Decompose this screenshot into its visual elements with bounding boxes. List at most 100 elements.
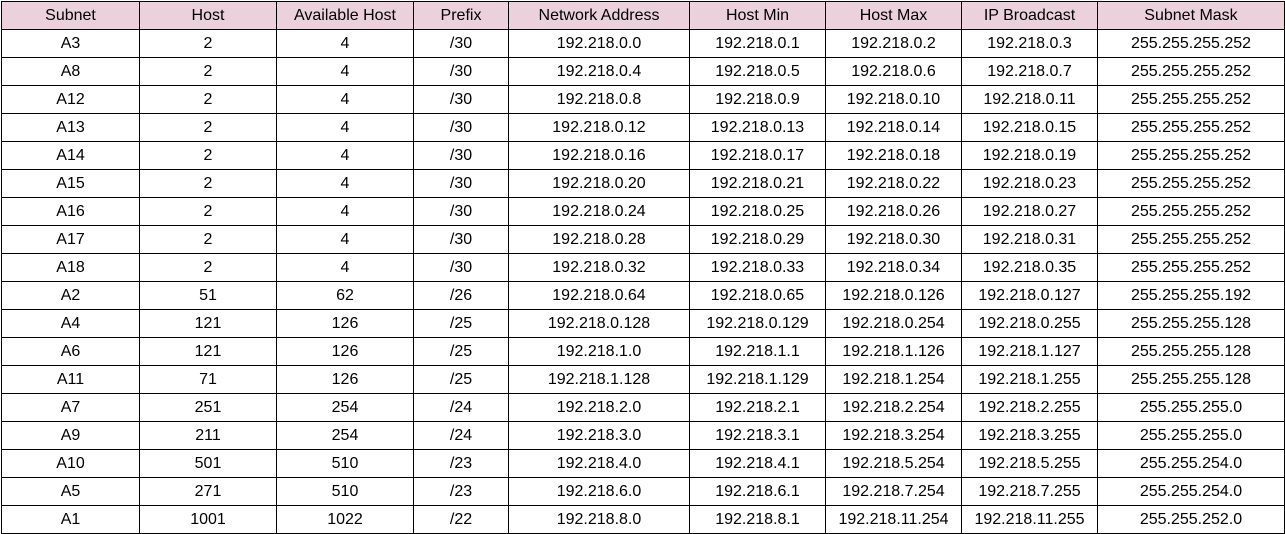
cell-subnet-mask: 255.255.255.252: [1097, 141, 1285, 170]
cell-subnet: A17: [1, 225, 140, 254]
cell-prefix: /24: [413, 393, 509, 422]
cell-host-min: 192.218.6.1: [689, 477, 826, 506]
cell-host: 2: [139, 29, 277, 58]
cell-host-max: 192.218.0.18: [825, 141, 962, 170]
cell-prefix: /30: [413, 113, 509, 142]
table-row: A17 2 4/30 192.218.0.28 192.218.0.29 192.218.…: [1, 225, 1285, 254]
cell-subnet-mask: 255.255.254.0: [1097, 449, 1285, 478]
cell-host-max: 192.218.0.254: [825, 309, 962, 338]
cell-host-min: 192.218.0.33: [689, 253, 826, 282]
cell-host-max: 192.218.3.254: [825, 421, 962, 450]
table-row: A3 2 4/30 192.218.0.0 192.218.0.1 192.218.0.2…: [1, 29, 1285, 58]
header-row: Subnet Host Available Host Prefix Networ…: [1, 1, 1285, 30]
cell-network-address: 192.218.4.0: [508, 449, 690, 478]
cell-host-max: 192.218.0.34: [825, 253, 962, 282]
cell-available-host: 4: [276, 253, 414, 282]
table-body: A3 2 4/30 192.218.0.0 192.218.0.1 192.218.0.2…: [1, 29, 1285, 534]
cell-subnet: A6: [1, 337, 140, 366]
cell-prefix: /30: [413, 29, 509, 58]
subnet-table-container: Subnet Host Available Host Prefix Networ…: [1, 1, 1285, 534]
cell-network-address: 192.218.0.0: [508, 29, 690, 58]
cell-subnet: A3: [1, 29, 140, 58]
cell-subnet: A7: [1, 393, 140, 422]
cell-prefix: /23: [413, 477, 509, 506]
cell-network-address: 192.218.0.64: [508, 281, 690, 310]
cell-host-min: 192.218.0.1: [689, 29, 826, 58]
cell-available-host: 126: [276, 365, 414, 394]
cell-available-host: 1022: [276, 505, 414, 534]
cell-subnet: A12: [1, 85, 140, 114]
header-host: Host: [139, 1, 277, 30]
table-row: A11 71 126/25 192.218.1.128 192.218.1.129 192…: [1, 365, 1285, 394]
cell-available-host: 4: [276, 197, 414, 226]
header-network-address: Network Address: [508, 1, 690, 30]
table-row: A15 2 4/30 192.218.0.20 192.218.0.21 192.218.…: [1, 169, 1285, 198]
cell-host-min: 192.218.4.1: [689, 449, 826, 478]
cell-prefix: /26: [413, 281, 509, 310]
cell-host: 1001: [139, 505, 277, 534]
cell-available-host: 254: [276, 421, 414, 450]
cell-subnet: A1: [1, 505, 140, 534]
cell-host-max: 192.218.1.254: [825, 365, 962, 394]
cell-subnet-mask: 255.255.255.128: [1097, 365, 1285, 394]
cell-available-host: 510: [276, 449, 414, 478]
cell-ip-broadcast: 192.218.0.15: [961, 113, 1098, 142]
cell-available-host: 126: [276, 309, 414, 338]
cell-subnet: A15: [1, 169, 140, 198]
cell-ip-broadcast: 192.218.3.255: [961, 421, 1098, 450]
cell-network-address: 192.218.3.0: [508, 421, 690, 450]
cell-ip-broadcast: 192.218.2.255: [961, 393, 1098, 422]
cell-subnet: A11: [1, 365, 140, 394]
cell-host-min: 192.218.0.13: [689, 113, 826, 142]
cell-ip-broadcast: 192.218.7.255: [961, 477, 1098, 506]
cell-subnet: A18: [1, 253, 140, 282]
cell-subnet-mask: 255.255.255.128: [1097, 309, 1285, 338]
cell-subnet-mask: 255.255.255.252: [1097, 85, 1285, 114]
cell-host-max: 192.218.0.26: [825, 197, 962, 226]
cell-host: 2: [139, 197, 277, 226]
cell-host-min: 192.218.8.1: [689, 505, 826, 534]
cell-prefix: /25: [413, 309, 509, 338]
cell-host: 2: [139, 253, 277, 282]
cell-host: 271: [139, 477, 277, 506]
cell-subnet: A13: [1, 113, 140, 142]
cell-ip-broadcast: 192.218.0.127: [961, 281, 1098, 310]
cell-host: 2: [139, 57, 277, 86]
cell-host-max: 192.218.0.2: [825, 29, 962, 58]
cell-available-host: 4: [276, 225, 414, 254]
header-subnet-mask: Subnet Mask: [1097, 1, 1285, 30]
cell-network-address: 192.218.0.24: [508, 197, 690, 226]
cell-available-host: 4: [276, 29, 414, 58]
header-available-host: Available Host: [276, 1, 414, 30]
table-row: A4 121 126/25 192.218.0.128 192.218.0.129 192…: [1, 309, 1285, 338]
table-row: A8 2 4/30 192.218.0.4 192.218.0.5 192.218.0.6…: [1, 57, 1285, 86]
cell-network-address: 192.218.0.4: [508, 57, 690, 86]
cell-network-address: 192.218.0.128: [508, 309, 690, 338]
cell-ip-broadcast: 192.218.1.255: [961, 365, 1098, 394]
cell-host-min: 192.218.0.29: [689, 225, 826, 254]
cell-host: 71: [139, 365, 277, 394]
cell-host-max: 192.218.0.126: [825, 281, 962, 310]
header-host-max: Host Max: [825, 1, 962, 30]
cell-network-address: 192.218.2.0: [508, 393, 690, 422]
cell-subnet-mask: 255.255.252.0: [1097, 505, 1285, 534]
header-prefix: Prefix: [413, 1, 509, 30]
cell-network-address: 192.218.0.20: [508, 169, 690, 198]
cell-host-min: 192.218.3.1: [689, 421, 826, 450]
cell-host-min: 192.218.0.129: [689, 309, 826, 338]
table-row: A13 2 4/30 192.218.0.12 192.218.0.13 192.218.…: [1, 113, 1285, 142]
cell-subnet-mask: 255.255.255.252: [1097, 29, 1285, 58]
cell-available-host: 4: [276, 113, 414, 142]
cell-network-address: 192.218.0.12: [508, 113, 690, 142]
cell-network-address: 192.218.0.16: [508, 141, 690, 170]
cell-host-max: 192.218.11.254: [825, 505, 962, 534]
cell-prefix: /23: [413, 449, 509, 478]
header-ip-broadcast: IP Broadcast: [961, 1, 1098, 30]
cell-host: 51: [139, 281, 277, 310]
cell-network-address: 192.218.1.0: [508, 337, 690, 366]
cell-host: 2: [139, 85, 277, 114]
table-row: A16 2 4/30 192.218.0.24 192.218.0.25 192.218.…: [1, 197, 1285, 226]
cell-subnet: A9: [1, 421, 140, 450]
cell-prefix: /30: [413, 197, 509, 226]
table-row: A9 211 254/24 192.218.3.0 192.218.3.1 192.218…: [1, 421, 1285, 450]
